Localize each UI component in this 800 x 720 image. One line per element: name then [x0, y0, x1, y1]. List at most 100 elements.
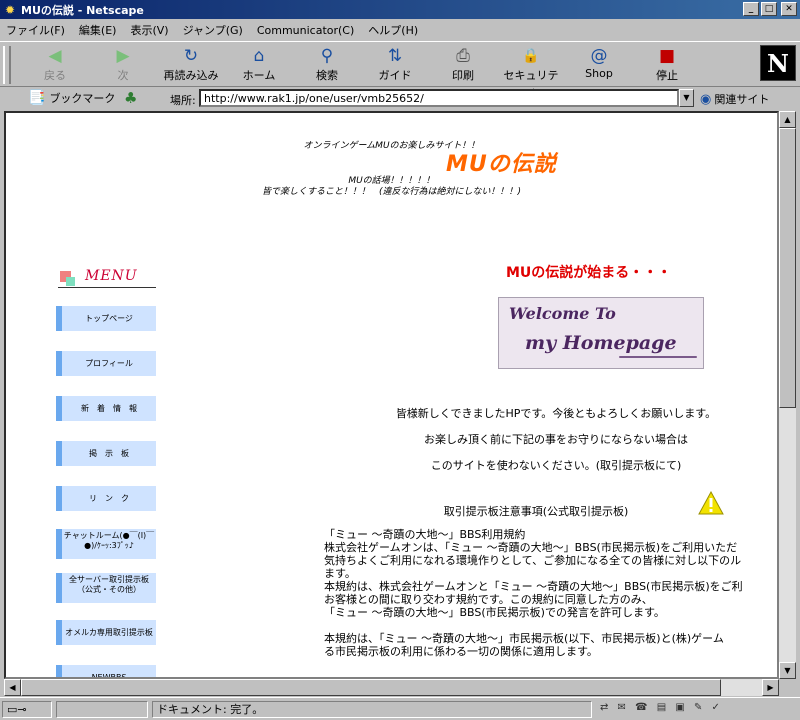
guide-button[interactable]: ⇅ ガイド: [364, 45, 426, 85]
menu-square-accent: [66, 277, 75, 286]
home-icon: ⌂: [253, 46, 265, 66]
scroll-left-button[interactable]: ◀: [4, 679, 21, 696]
search-icon: ⚲: [320, 46, 334, 66]
menu-item-news[interactable]: 新 着 情 報: [56, 396, 156, 421]
menu-item-profile[interactable]: プロフィール: [56, 351, 156, 376]
terms-line: 株式会社ゲームオンは、「ミュー ～奇蹟の大地～」BBS(市民掲示板)をご利用いた…: [324, 541, 738, 554]
menu-item-top-page[interactable]: トップページ: [56, 306, 156, 331]
search-label: 検索: [316, 69, 338, 82]
menu-go[interactable]: ジャンプ(G): [183, 22, 243, 38]
component-bar[interactable]: ⇄ ✉ ☎ ▤ ▣ ✎ ✓: [600, 702, 723, 713]
home-label: ホーム: [242, 69, 276, 82]
lock-icon: 🔒: [522, 48, 540, 64]
print-icon: ⎙: [456, 46, 470, 66]
headline: MUの伝説が始まる・・・: [506, 265, 672, 281]
scroll-down-button[interactable]: ▼: [779, 662, 796, 679]
shop-icon: @: [590, 46, 608, 66]
close-button[interactable]: ✕: [781, 2, 797, 16]
horizontal-scroll-thumb[interactable]: [21, 679, 721, 696]
terms-line: 気持ちよくご利用になれる環境作りとして、ご参加になる全ての皆様に対し以下のル: [324, 554, 742, 567]
terms-line: お客様との間に取り交わす規約です。この規約に同意した方のみ、: [324, 593, 653, 606]
back-arrow-icon: ◀: [48, 46, 62, 66]
vertical-scrollbar[interactable]: ▲ ▼: [779, 111, 796, 679]
stop-label: 停止: [656, 69, 678, 82]
terms-line: ます。: [324, 567, 356, 580]
print-button[interactable]: ⎙ 印刷: [432, 45, 494, 85]
banner-flourish: [619, 356, 697, 358]
intro-line-3: このサイトを使わないください。(取引提示板にて): [430, 459, 682, 472]
menu-item-bbs[interactable]: 掲 示 板: [56, 441, 156, 466]
menu-item-all-server-trade-board[interactable]: 全サーバー取引提示板（公式・その他）: [56, 573, 156, 603]
horizontal-scrollbar[interactable]: ◀ ▶: [4, 679, 779, 696]
terms-text: 「ミュー ～奇蹟の大地～」BBS利用規約 株式会社ゲームオンは、「ミュー ～奇蹟…: [324, 528, 777, 658]
banner-line-2: my Homepage: [525, 332, 677, 354]
scroll-right-button[interactable]: ▶: [762, 679, 779, 696]
menu-title: MENU: [85, 268, 138, 284]
toolbar-grip[interactable]: [3, 46, 11, 84]
reload-icon: ↻: [183, 46, 199, 66]
guide-icon: ⇅: [387, 46, 403, 66]
reload-button[interactable]: ↻ 再読み込み: [160, 45, 222, 85]
forward-label: 次: [117, 69, 129, 82]
shop-button[interactable]: @ Shop: [568, 45, 630, 85]
url-input[interactable]: [199, 89, 679, 107]
title-bar: ✹ MUの伝説 - Netscape _ □ ✕: [0, 0, 800, 19]
vertical-scroll-thumb[interactable]: [779, 128, 796, 408]
location-bar: 📑 ブックマーク ♣ 場所: ▼ ◉ 関連サイト: [0, 88, 800, 110]
intro-line-2: お楽しみ頂く前に下記の事をお守りにならない場合は: [424, 433, 688, 446]
site-tagline: オンラインゲームMUのお楽しみサイト！！: [303, 141, 480, 151]
bookmarks-button[interactable]: 📑 ブックマーク: [28, 90, 115, 106]
back-button[interactable]: ◀ 戻る: [24, 45, 86, 85]
warning-icon: [698, 491, 724, 515]
window-title: MUの伝説 - Netscape: [21, 3, 144, 17]
shop-label: Shop: [585, 67, 613, 80]
menu-item-newbbs[interactable]: NEWBBS: [56, 665, 156, 677]
intro-line-1: 皆様新しくできましたHPです。今後ともよろしくお願いします。: [395, 407, 717, 420]
menu-item-omeruka-trade-board[interactable]: オメルカ専用取引提示板: [56, 620, 156, 645]
security-button[interactable]: 🔒 セキュリティ: [500, 45, 562, 98]
site-subtitle-2: 皆で楽しくすること！！！ (違反な行為は絶対にしない！！！): [261, 187, 522, 197]
forward-arrow-icon: ▶: [116, 46, 130, 66]
menu-file[interactable]: ファイル(F): [6, 22, 65, 38]
menu-bar: ファイル(F) 編集(E) 表示(V) ジャンプ(G) Communicator…: [0, 20, 800, 40]
terms-line: る市民掲示板の利用に係わる一切の関係に適用します。: [324, 645, 598, 658]
stop-icon: ■: [658, 46, 676, 66]
terms-line: [324, 619, 777, 632]
progress-meter: [56, 701, 148, 718]
related-sites-icon: ◉: [700, 91, 712, 107]
terms-line: 本規約は、株式会社ゲームオンと「ミュー ～奇蹟の大地～」BBS(市民掲示板)をご…: [324, 580, 743, 593]
location-label: 場所:: [170, 94, 196, 107]
back-label: 戻る: [44, 69, 66, 82]
netscape-logo[interactable]: N: [760, 45, 796, 81]
url-dropdown-button[interactable]: ▼: [679, 89, 694, 107]
reload-label: 再読み込み: [163, 69, 219, 82]
menu-help[interactable]: ヘルプ(H): [368, 22, 418, 38]
terms-line: 「ミュー ～奇蹟の大地～」BBS(市民掲示板)での発言を許可します。: [324, 606, 665, 619]
print-label: 印刷: [452, 69, 474, 82]
home-button[interactable]: ⌂ ホーム: [228, 45, 290, 85]
menu-item-chat-room[interactable]: チャットルーム(●￣(I)￣●)/ｹｰｯ:3ﾌﾟｯ♪: [56, 529, 156, 559]
menu-heading: MENU: [58, 268, 156, 288]
forward-button[interactable]: ▶ 次: [92, 45, 154, 85]
menu-view[interactable]: 表示(V): [130, 22, 168, 38]
menu-communicator[interactable]: Communicator(C): [257, 24, 354, 37]
menu-item-links[interactable]: リ ン ク: [56, 486, 156, 511]
related-sites-label: 関連サイト: [714, 93, 770, 106]
stop-button[interactable]: ■ 停止: [636, 45, 698, 85]
menu-edit[interactable]: 編集(E): [79, 22, 117, 38]
page-proxy-icon[interactable]: ♣: [124, 89, 137, 107]
netscape-app-icon: ✹: [4, 2, 16, 17]
minimize-button[interactable]: _: [743, 2, 759, 16]
status-bar: ▭⊸ ドキュメント: 完了。 ⇄ ✉ ☎ ▤ ▣ ✎ ✓: [0, 697, 800, 720]
terms-line: 「ミュー ～奇蹟の大地～」BBS利用規約: [324, 528, 526, 541]
bookmarks-label: ブックマーク: [49, 92, 116, 105]
maximize-button[interactable]: □: [761, 2, 777, 16]
welcome-banner: Welcome To my Homepage: [498, 297, 704, 369]
banner-line-1: Welcome To: [509, 304, 616, 323]
terms-line: 本規約は、「ミュー ～奇蹟の大地～」市民掲示板(以下、市民掲示板)と(株)ゲーム: [324, 632, 724, 645]
search-button[interactable]: ⚲ 検索: [296, 45, 358, 85]
related-sites-button[interactable]: ◉ 関連サイト: [700, 91, 769, 107]
scroll-up-button[interactable]: ▲: [779, 111, 796, 128]
bookmarks-icon: 📑: [28, 90, 46, 106]
navigation-toolbar: ◀ 戻る ▶ 次 ↻ 再読み込み ⌂ ホーム ⚲ 検索 ⇅ ガイド ⎙ 印刷 🔒…: [0, 41, 800, 98]
